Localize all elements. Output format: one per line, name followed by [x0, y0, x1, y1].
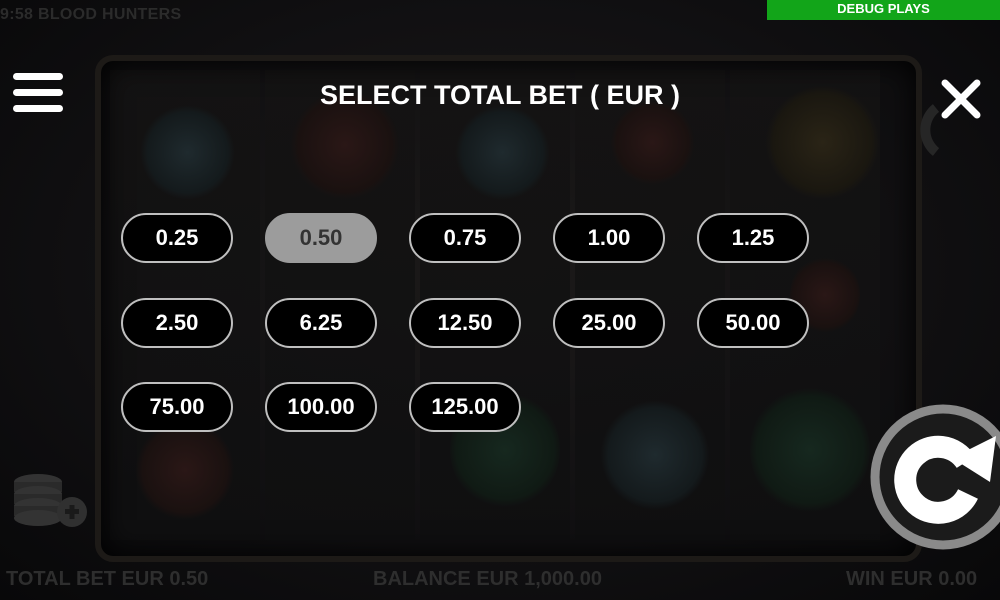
spin-icon [870, 404, 1000, 550]
potion-symbol [455, 105, 550, 200]
crossbow-symbol [135, 420, 235, 520]
garlic-symbol [610, 100, 695, 185]
bet-option-0.25[interactable]: 0.25 [121, 213, 233, 263]
bet-option-2.50[interactable]: 2.50 [121, 298, 233, 348]
bet-option-1.25[interactable]: 1.25 [697, 213, 809, 263]
win-readout: WIN EUR 0.00 [846, 568, 978, 590]
bet-option-6.25[interactable]: 6.25 [265, 298, 377, 348]
bet-option-0.50-selected[interactable]: 0.50 [265, 213, 377, 263]
game-title: 9:58 BLOOD HUNTERS [0, 6, 182, 23]
total-bet-readout: TOTAL BET EUR 0.50 [6, 568, 209, 590]
bet-option-0.75[interactable]: 0.75 [409, 213, 521, 263]
bet-option-125.00[interactable]: 125.00 [409, 382, 521, 432]
bet-option-50.00[interactable]: 50.00 [697, 298, 809, 348]
bet-option-25.00[interactable]: 25.00 [553, 298, 665, 348]
bet-option-1.00[interactable]: 1.00 [553, 213, 665, 263]
bet-option-12.50[interactable]: 12.50 [409, 298, 521, 348]
vampire-symbol [750, 385, 870, 515]
balance-readout: BALANCE EUR 1,000.00 [373, 568, 602, 590]
crossbow-symbol [600, 400, 710, 510]
coins-plus-icon[interactable] [10, 468, 90, 534]
potion-symbol [140, 105, 235, 200]
spin-button[interactable] [868, 402, 1000, 552]
bet-option-75.00[interactable]: 75.00 [121, 382, 233, 432]
debug-plays-button[interactable]: DEBUG PLAYS [767, 0, 1000, 20]
bet-option-100.00[interactable]: 100.00 [265, 382, 377, 432]
bet-dialog-title: SELECT TOTAL BET ( EUR ) [319, 80, 680, 110]
